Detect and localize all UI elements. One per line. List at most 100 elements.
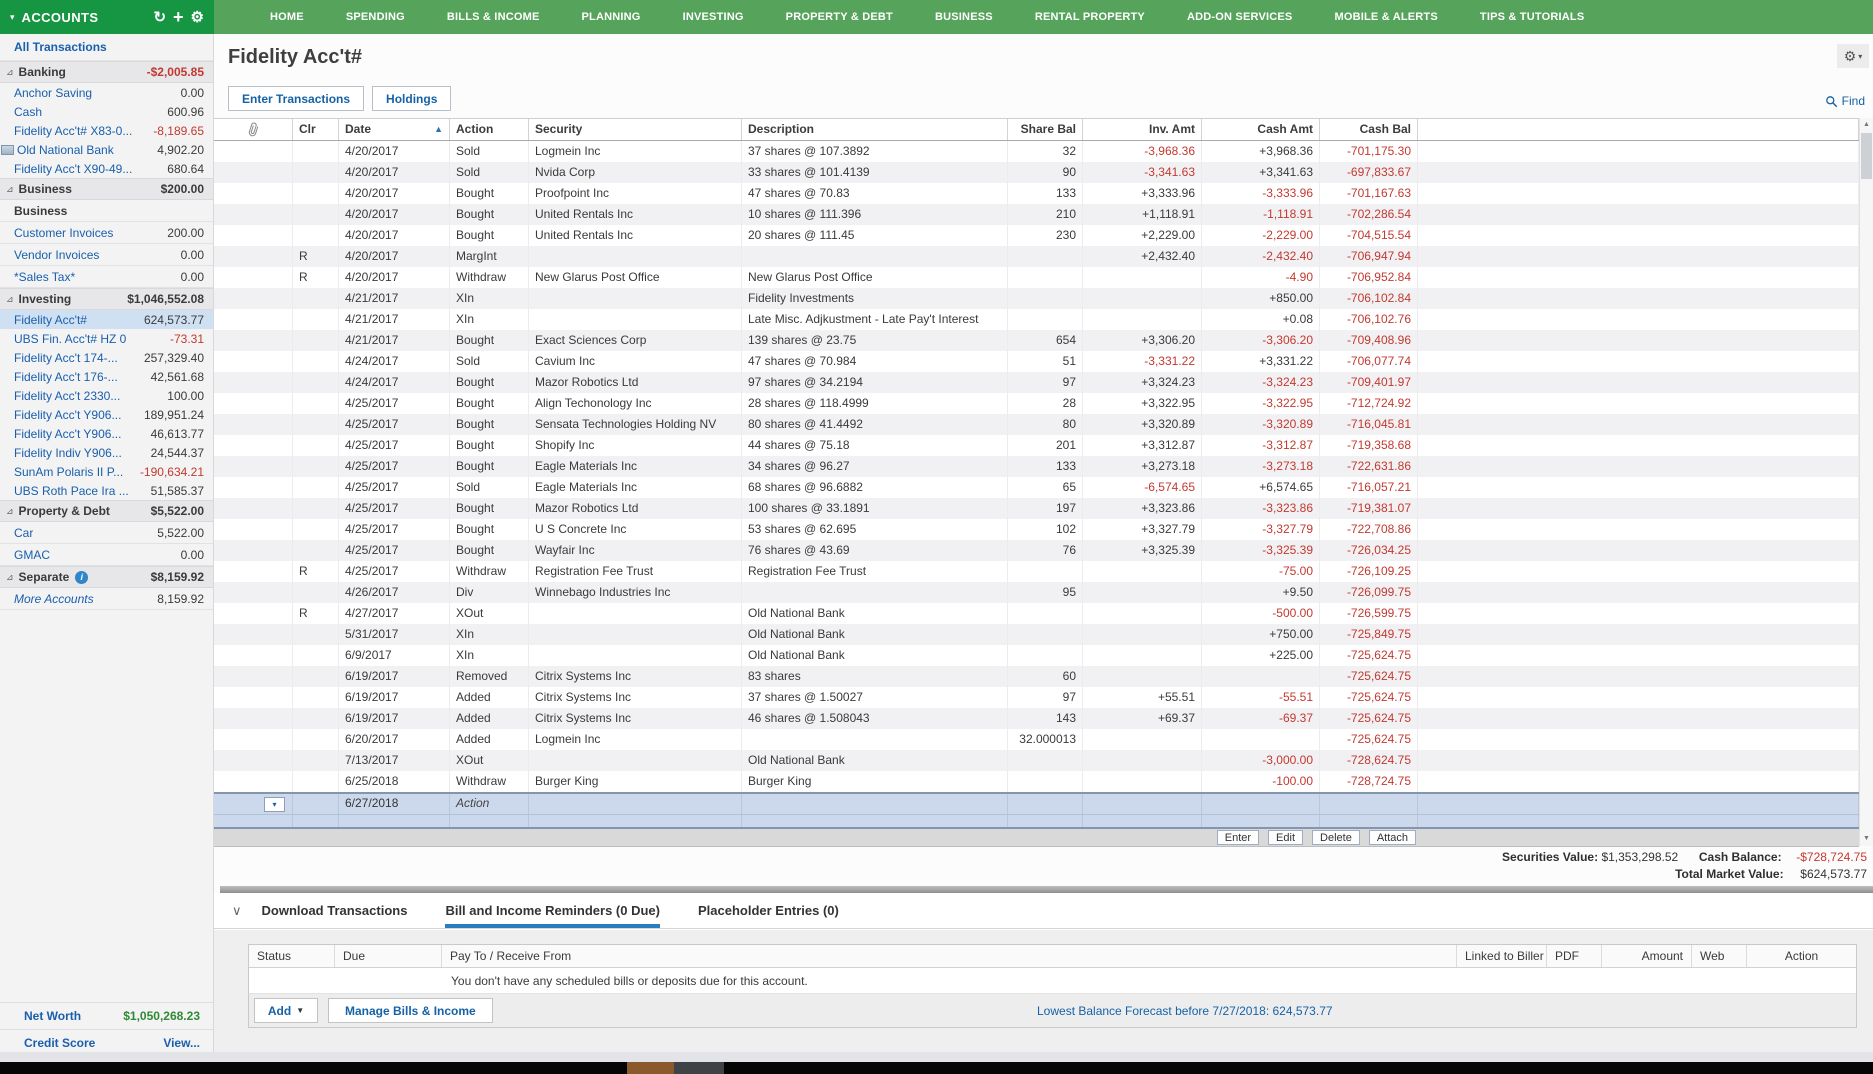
register-row[interactable]: 4/21/2017 XIn Late Misc. Adjkustment - L… <box>214 309 1859 330</box>
refresh-icon[interactable]: ↻ <box>153 10 166 25</box>
sidebar-account-fidelity-acc-t-y906[interactable]: Fidelity Acc't Y906... 46,613.77 <box>0 424 213 443</box>
sidebar-item-all-transactions[interactable]: All Transactions <box>0 34 213 61</box>
sidebar-account-cash[interactable]: Cash 600.96 <box>0 102 213 121</box>
sidebar-account-car[interactable]: Car 5,522.00 <box>0 522 213 544</box>
cell-share-bal[interactable] <box>1008 794 1083 814</box>
sidebar-account-sunam-polaris-ii-p[interactable]: SunAm Polaris II P... -190,634.21 <box>0 462 213 481</box>
sidebar-group-header-property-debt[interactable]: ⊿ Property & Debt $5,522.00 <box>0 500 213 522</box>
nav-item-bills-income[interactable]: BILLS & INCOME <box>447 11 540 23</box>
column-header-action[interactable]: Action <box>450 119 529 140</box>
register-row[interactable]: R 4/20/2017 Withdraw New Glarus Post Off… <box>214 267 1859 288</box>
register-row[interactable]: 4/21/2017 Bought Exact Sciences Corp 139… <box>214 330 1859 351</box>
register-row[interactable]: 4/24/2017 Sold Cavium Inc 47 shares @ 70… <box>214 351 1859 372</box>
register-row[interactable]: 4/25/2017 Bought U S Concrete Inc 53 sha… <box>214 519 1859 540</box>
column-header-cash-bal[interactable]: Cash Bal <box>1320 119 1418 140</box>
register-row[interactable]: 4/25/2017 Bought Wayfair Inc 76 shares @… <box>214 540 1859 561</box>
due-column-amount[interactable]: Amount <box>1602 945 1692 967</box>
sidebar-group-header-business[interactable]: ⊿ Business $200.00 <box>0 178 213 200</box>
nav-item-home[interactable]: HOME <box>270 11 304 23</box>
register-row[interactable]: 4/25/2017 Bought Align Techonology Inc 2… <box>214 393 1859 414</box>
nav-item-tips-tutorials[interactable]: TIPS & TUTORIALS <box>1480 11 1584 23</box>
attach-button[interactable]: Attach <box>1369 830 1416 845</box>
register-row[interactable]: 4/25/2017 Bought Mazor Robotics Ltd 100 … <box>214 498 1859 519</box>
register-row[interactable]: 4/20/2017 Bought United Rentals Inc 20 s… <box>214 225 1859 246</box>
due-column-status[interactable]: Status <box>249 945 335 967</box>
register-row[interactable]: 4/20/2017 Bought Proofpoint Inc 47 share… <box>214 183 1859 204</box>
holdings-button[interactable]: Holdings <box>372 86 451 111</box>
sidebar-account-ubs-fin-acc-t-hz-0[interactable]: UBS Fin. Acc't# HZ 0 -73.31 <box>0 329 213 348</box>
scroll-down-icon[interactable]: ▼ <box>1860 832 1873 846</box>
column-header-inv-amt[interactable]: Inv. Amt <box>1083 119 1202 140</box>
sidebar-account-old-national-bank[interactable]: Old National Bank 4,902.20 <box>0 140 213 159</box>
sidebar-account-ubs-roth-pace-ira[interactable]: UBS Roth Pace Ira ... 51,585.37 <box>0 481 213 500</box>
sidebar-account-more-accounts[interactable]: More Accounts 8,159.92 <box>0 588 213 610</box>
register-row[interactable]: 6/9/2017 XIn Old National Bank +225.00 -… <box>214 645 1859 666</box>
accounts-gear-icon[interactable]: ⚙ <box>191 10 204 25</box>
row-dropdown-button[interactable]: ▾ <box>264 797 285 812</box>
scroll-up-icon[interactable]: ▲ <box>1860 118 1873 132</box>
column-header-share-bal[interactable]: Share Bal <box>1008 119 1083 140</box>
sidebar-account-fidelity-acc-t-2330[interactable]: Fidelity Acc't 2330... 100.00 <box>0 386 213 405</box>
due-column-pdf[interactable]: PDF <box>1547 945 1602 967</box>
collapse-panel-icon[interactable]: ∨ <box>232 903 242 919</box>
sidebar-account-fidelity-acc-t[interactable]: Fidelity Acc't# 624,573.77 <box>0 310 213 329</box>
nav-item-mobile-alerts[interactable]: MOBILE & ALERTS <box>1334 11 1437 23</box>
sidebar-account-gmac[interactable]: GMAC 0.00 <box>0 544 213 566</box>
column-header-clr[interactable]: Clr <box>293 119 339 140</box>
register-row[interactable]: 6/25/2018 Withdraw Burger King Burger Ki… <box>214 771 1859 792</box>
sidebar-account-fidelity-acc-t-176[interactable]: Fidelity Acc't 176-... 42,561.68 <box>0 367 213 386</box>
nav-item-rental-property[interactable]: RENTAL PROPERTY <box>1035 11 1145 23</box>
nav-item-add-on-services[interactable]: ADD-ON SERVICES <box>1187 11 1292 23</box>
edit-button[interactable]: Edit <box>1268 830 1303 845</box>
accounts-panel-header[interactable]: ▾ ACCOUNTS ↻ + ⚙ <box>0 0 214 34</box>
register-row[interactable]: 6/19/2017 Removed Citrix Systems Inc 83 … <box>214 666 1859 687</box>
cell-date[interactable]: 6/27/2018 <box>339 794 450 814</box>
register-row[interactable]: 5/31/2017 XIn Old National Bank +750.00 … <box>214 624 1859 645</box>
register-row[interactable]: 6/19/2017 Added Citrix Systems Inc 37 sh… <box>214 687 1859 708</box>
enter-button[interactable]: Enter <box>1217 830 1259 845</box>
register-actions-gear-button[interactable]: ⚙ ▾ <box>1837 44 1869 68</box>
cell-cash-bal[interactable] <box>1320 794 1418 814</box>
find-button[interactable]: Find <box>1825 94 1865 108</box>
register-row[interactable]: R 4/20/2017 MargInt +2,432.40 -2,432.40 … <box>214 246 1859 267</box>
add-reminder-button[interactable]: Add ▼ <box>254 998 318 1023</box>
credit-score-view-link[interactable]: View... <box>163 1036 200 1050</box>
add-account-icon[interactable]: + <box>173 8 184 26</box>
register-row[interactable]: 6/19/2017 Added Citrix Systems Inc 46 sh… <box>214 708 1859 729</box>
sidebar-account-fidelity-acc-t-y906[interactable]: Fidelity Acc't Y906... 189,951.24 <box>0 405 213 424</box>
sidebar-account-anchor-saving[interactable]: Anchor Saving 0.00 <box>0 83 213 102</box>
column-header-cash-amt[interactable]: Cash Amt <box>1202 119 1320 140</box>
register-row[interactable]: 4/20/2017 Sold Logmein Inc 37 shares @ 1… <box>214 141 1859 162</box>
sidebar-group-header-separate[interactable]: ⊿ Separatei $8,159.92 <box>0 566 213 588</box>
register-row[interactable]: 4/20/2017 Bought United Rentals Inc 10 s… <box>214 204 1859 225</box>
nav-item-investing[interactable]: INVESTING <box>683 11 744 23</box>
cell-cash-amt[interactable] <box>1202 794 1320 814</box>
register-scrollbar[interactable]: ▲ ▼ <box>1859 118 1873 846</box>
sidebar-group-header-investing[interactable]: ⊿ Investing $1,046,552.08 <box>0 288 213 310</box>
sidebar-account-fidelity-indiv-y906[interactable]: Fidelity Indiv Y906... 24,544.37 <box>0 443 213 462</box>
new-transaction-row[interactable]: ▾ 6/27/2018 Action <box>214 792 1859 814</box>
sidebar-account-business[interactable]: Business <box>0 200 213 222</box>
register-row[interactable]: 4/25/2017 Bought Eagle Materials Inc 34 … <box>214 456 1859 477</box>
column-header-security[interactable]: Security <box>529 119 742 140</box>
manage-bills-income-button[interactable]: Manage Bills & Income <box>328 998 493 1023</box>
due-column-action[interactable]: Action <box>1747 945 1856 967</box>
tab-bill-and-income-reminders-0-due[interactable]: Bill and Income Reminders (0 Due) <box>445 893 660 928</box>
column-header-description[interactable]: Description <box>742 119 1008 140</box>
register-row[interactable]: R 4/27/2017 XOut Old National Bank -500.… <box>214 603 1859 624</box>
cell-security[interactable] <box>529 794 742 814</box>
due-column-linked-to-biller[interactable]: Linked to Biller <box>1457 945 1547 967</box>
tab-placeholder-entries-0[interactable]: Placeholder Entries (0) <box>698 893 839 928</box>
cell-action-placeholder[interactable]: Action <box>450 794 529 814</box>
sidebar-account-vendor-invoices[interactable]: Vendor Invoices 0.00 <box>0 244 213 266</box>
due-column-pay-to-receive-from[interactable]: Pay To / Receive From <box>442 945 1457 967</box>
sidebar-account-sales-tax[interactable]: *Sales Tax* 0.00 <box>0 266 213 288</box>
register-row[interactable]: 4/25/2017 Bought Sensata Technologies Ho… <box>214 414 1859 435</box>
delete-button[interactable]: Delete <box>1312 830 1360 845</box>
register-row[interactable]: 6/20/2017 Added Logmein Inc 32.000013 -7… <box>214 729 1859 750</box>
register-row[interactable]: 4/21/2017 XIn Fidelity Investments +850.… <box>214 288 1859 309</box>
column-header-date[interactable]: Date ▲ <box>339 119 450 140</box>
sidebar-account-customer-invoices[interactable]: Customer Invoices 200.00 <box>0 222 213 244</box>
cell-inv-amt[interactable] <box>1083 794 1202 814</box>
sidebar-account-fidelity-acc-t-174[interactable]: Fidelity Acc't 174-... 257,329.40 <box>0 348 213 367</box>
